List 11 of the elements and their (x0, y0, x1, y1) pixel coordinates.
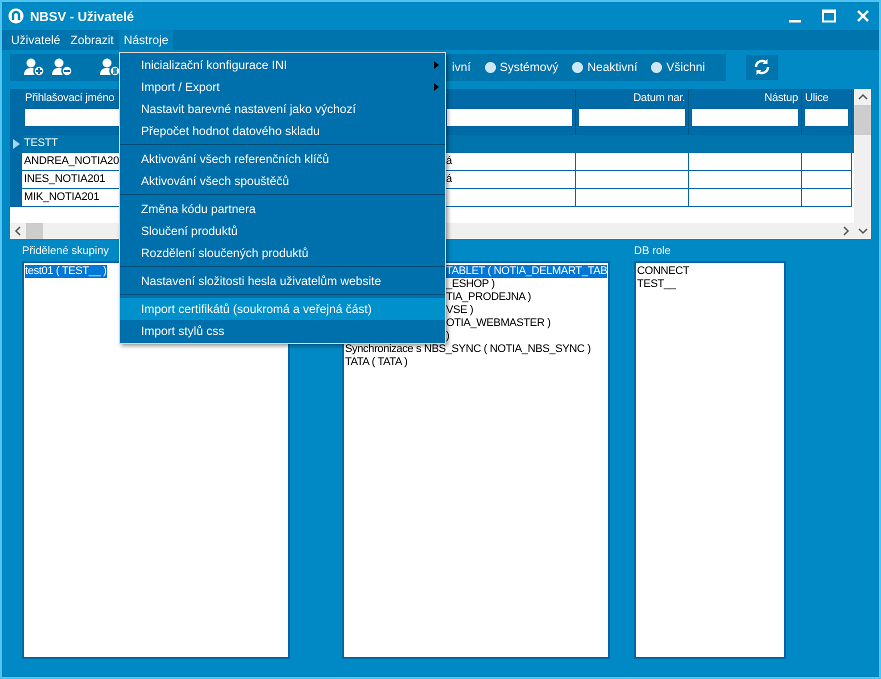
radio-label: Systémový (500, 60, 558, 74)
column-header: Nástup (764, 92, 798, 106)
radio-label: Všichni (666, 60, 706, 74)
radio-label: Neaktivní (587, 60, 638, 74)
list-label: DB role (634, 245, 671, 259)
column-header: Datum nar. (633, 92, 685, 106)
column-header: Ulice (805, 92, 828, 106)
radio-label: ivní (452, 60, 471, 74)
window-title: NBSV - Uživatelé (30, 8, 136, 24)
list-label: Přidělené skupiny (22, 245, 109, 259)
column-header: Přihlašovací jméno (25, 92, 114, 106)
